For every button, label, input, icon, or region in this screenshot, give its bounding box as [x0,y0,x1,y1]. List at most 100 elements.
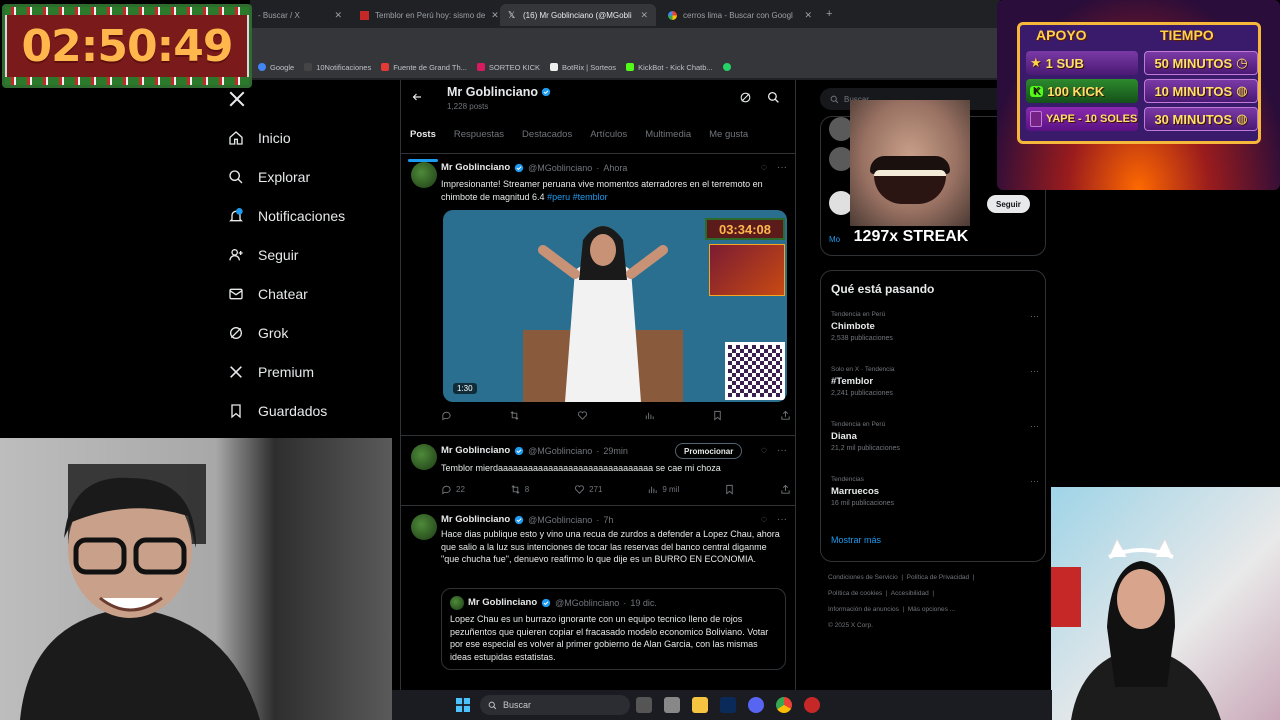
avatar[interactable] [411,162,437,188]
repost-button[interactable]: 8 [510,484,529,495]
post-handle[interactable]: @MGoblinciano [528,446,592,456]
post-author-name[interactable]: Mr Goblinciano [441,445,510,456]
footer-link[interactable]: Política de Privacidad [907,574,970,581]
bookmark-item[interactable]: BotRix | Sorteos [550,63,616,72]
reply-button[interactable] [441,410,452,421]
post-hashtags[interactable]: #peru #temblor [547,192,608,202]
sidebar-item-chatear[interactable]: Chatear [228,286,308,302]
post-video[interactable]: 03:34:08 1:30 [443,210,787,402]
sidebar-item-notificaciones[interactable]: Notificaciones [228,208,345,224]
x-logo-icon[interactable] [228,90,246,108]
post-time[interactable]: 7h [603,515,613,525]
footer-link[interactable]: Condiciones de Servicio [828,574,898,581]
profile-tabs: Posts Respuestas Destacados Artículos Mu… [401,124,795,162]
close-icon[interactable]: ✕ [804,10,812,21]
more-icon[interactable]: ··· [1030,476,1039,486]
taskbar-search[interactable]: Buscar [480,695,630,715]
views-button[interactable] [644,410,655,421]
app-icon[interactable] [804,697,820,713]
share-button[interactable] [780,484,791,495]
like-button[interactable]: 271 [574,484,602,495]
bookmark-item[interactable]: Google [258,63,294,72]
search-icon[interactable] [767,91,780,104]
tab-multimedia[interactable]: Multimedia [645,124,691,153]
views-button[interactable]: 9 mil [647,484,679,495]
sidebar-item-inicio[interactable]: Inicio [228,130,291,146]
chrome-icon[interactable] [776,697,792,713]
trend-item[interactable]: Tendencia en Perú Diana 21,2 mil publica… [831,421,1041,452]
footer-link[interactable]: Más opciones ... [908,606,955,613]
sidebar-item-explorar[interactable]: Explorar [228,169,310,185]
bookmark-button[interactable] [724,484,735,495]
post-time[interactable]: Ahora [603,163,627,173]
more-icon[interactable]: ··· [777,445,787,456]
sidebar-item-guardados[interactable]: Guardados [228,403,327,419]
avatar[interactable] [411,514,437,540]
task-view-icon[interactable] [636,697,652,713]
post-time[interactable]: 29min [603,446,628,456]
browser-tab[interactable]: - Buscar / X ✕ [250,4,350,26]
sidebar-item-grok[interactable]: Grok [228,325,288,341]
grok-icon[interactable] [739,91,752,104]
bookmark-item[interactable]: KickBot - Kick Chatb... [626,63,713,72]
more-icon[interactable]: ··· [1030,366,1039,376]
bookmark-item[interactable] [722,63,731,71]
close-icon[interactable]: ✕ [334,10,342,21]
post-author-name[interactable]: Mr Goblinciano [441,514,510,525]
file-explorer-icon[interactable] [692,697,708,713]
post[interactable]: Mr Goblinciano @MGoblinciano · 29min Pro… [401,436,795,506]
close-icon[interactable]: ✕ [640,10,648,21]
quoted-post[interactable]: Mr Goblinciano @MGoblinciano · 19 dic. L… [441,588,786,670]
post-handle[interactable]: @MGoblinciano [528,163,592,173]
post[interactable]: Mr Goblinciano @MGoblinciano · Ahora ◌ ·… [401,154,795,436]
more-icon[interactable]: ··· [777,162,787,173]
browser-tab[interactable]: Temblor en Perú hoy: sismo de ✕ [352,4,498,26]
more-icon[interactable]: ··· [1030,421,1039,431]
more-icon[interactable]: ··· [777,514,787,525]
footer-link[interactable]: Información de anuncios [828,606,899,613]
address-bar[interactable] [250,28,1000,56]
close-icon[interactable]: ✕ [491,10,498,21]
new-tab-button[interactable]: + [826,8,832,20]
post-author-name[interactable]: Mr Goblinciano [441,162,510,173]
tab-respuestas[interactable]: Respuestas [454,124,504,153]
browser-tab-active[interactable]: 𝕏 (16) Mr Goblinciano (@MGobli ✕ [500,4,656,26]
sidebar-item-premium[interactable]: Premium [228,364,314,380]
footer-link[interactable]: Política de cookies [828,590,882,597]
post[interactable]: Mr Goblinciano @MGoblinciano · 7h ◌ ··· … [401,506,795,690]
windows-start-icon[interactable] [456,698,470,712]
share-icon [781,484,790,494]
promote-button[interactable]: Promocionar [675,443,743,459]
show-more-link[interactable]: Mostrar más [831,535,881,545]
like-button[interactable] [577,410,588,421]
discord-icon[interactable] [748,697,764,713]
back-arrow-icon[interactable] [411,91,423,103]
share-button[interactable] [780,410,791,421]
bookmark-item[interactable]: 10Notificaciones [304,63,371,72]
post-handle[interactable]: @MGoblinciano [528,515,592,525]
photoshop-icon[interactable] [720,697,736,713]
bookmark-item[interactable]: Fuente de Grand Th... [381,63,467,72]
footer-link[interactable]: Accesibilidad [891,590,929,597]
browser-tab[interactable]: cerros lima - Buscar con Googl ✕ [660,4,820,26]
tab-destacados[interactable]: Destacados [522,124,572,153]
grok-icon[interactable]: ◌ [761,445,767,456]
show-more-link[interactable]: Mo [829,235,840,244]
follow-button[interactable]: Seguir [987,195,1030,213]
tab-posts[interactable]: Posts [408,124,438,162]
bookmark-item[interactable]: SORTEO KICK [476,63,540,72]
tab-me-gusta[interactable]: Me gusta [709,124,748,153]
app-icon[interactable] [664,697,680,713]
bookmark-button[interactable] [712,410,723,421]
reply-button[interactable]: 22 [441,484,465,495]
avatar[interactable] [411,444,437,470]
more-icon[interactable]: ··· [1030,311,1039,321]
tab-articulos[interactable]: Artículos [590,124,627,153]
repost-button[interactable] [509,410,520,421]
sidebar-item-seguir[interactable]: Seguir [228,247,298,263]
grok-icon[interactable]: ◌ [761,162,767,173]
grok-icon[interactable]: ◌ [761,514,767,525]
trend-item[interactable]: Tendencias Marruecos 16 mil publicacione… [831,476,1041,507]
trend-item[interactable]: Solo en X · Tendencia #Temblor 2,241 pub… [831,366,1041,397]
trend-item[interactable]: Tendencia en Perú Chimbote 2,538 publica… [831,311,1041,342]
